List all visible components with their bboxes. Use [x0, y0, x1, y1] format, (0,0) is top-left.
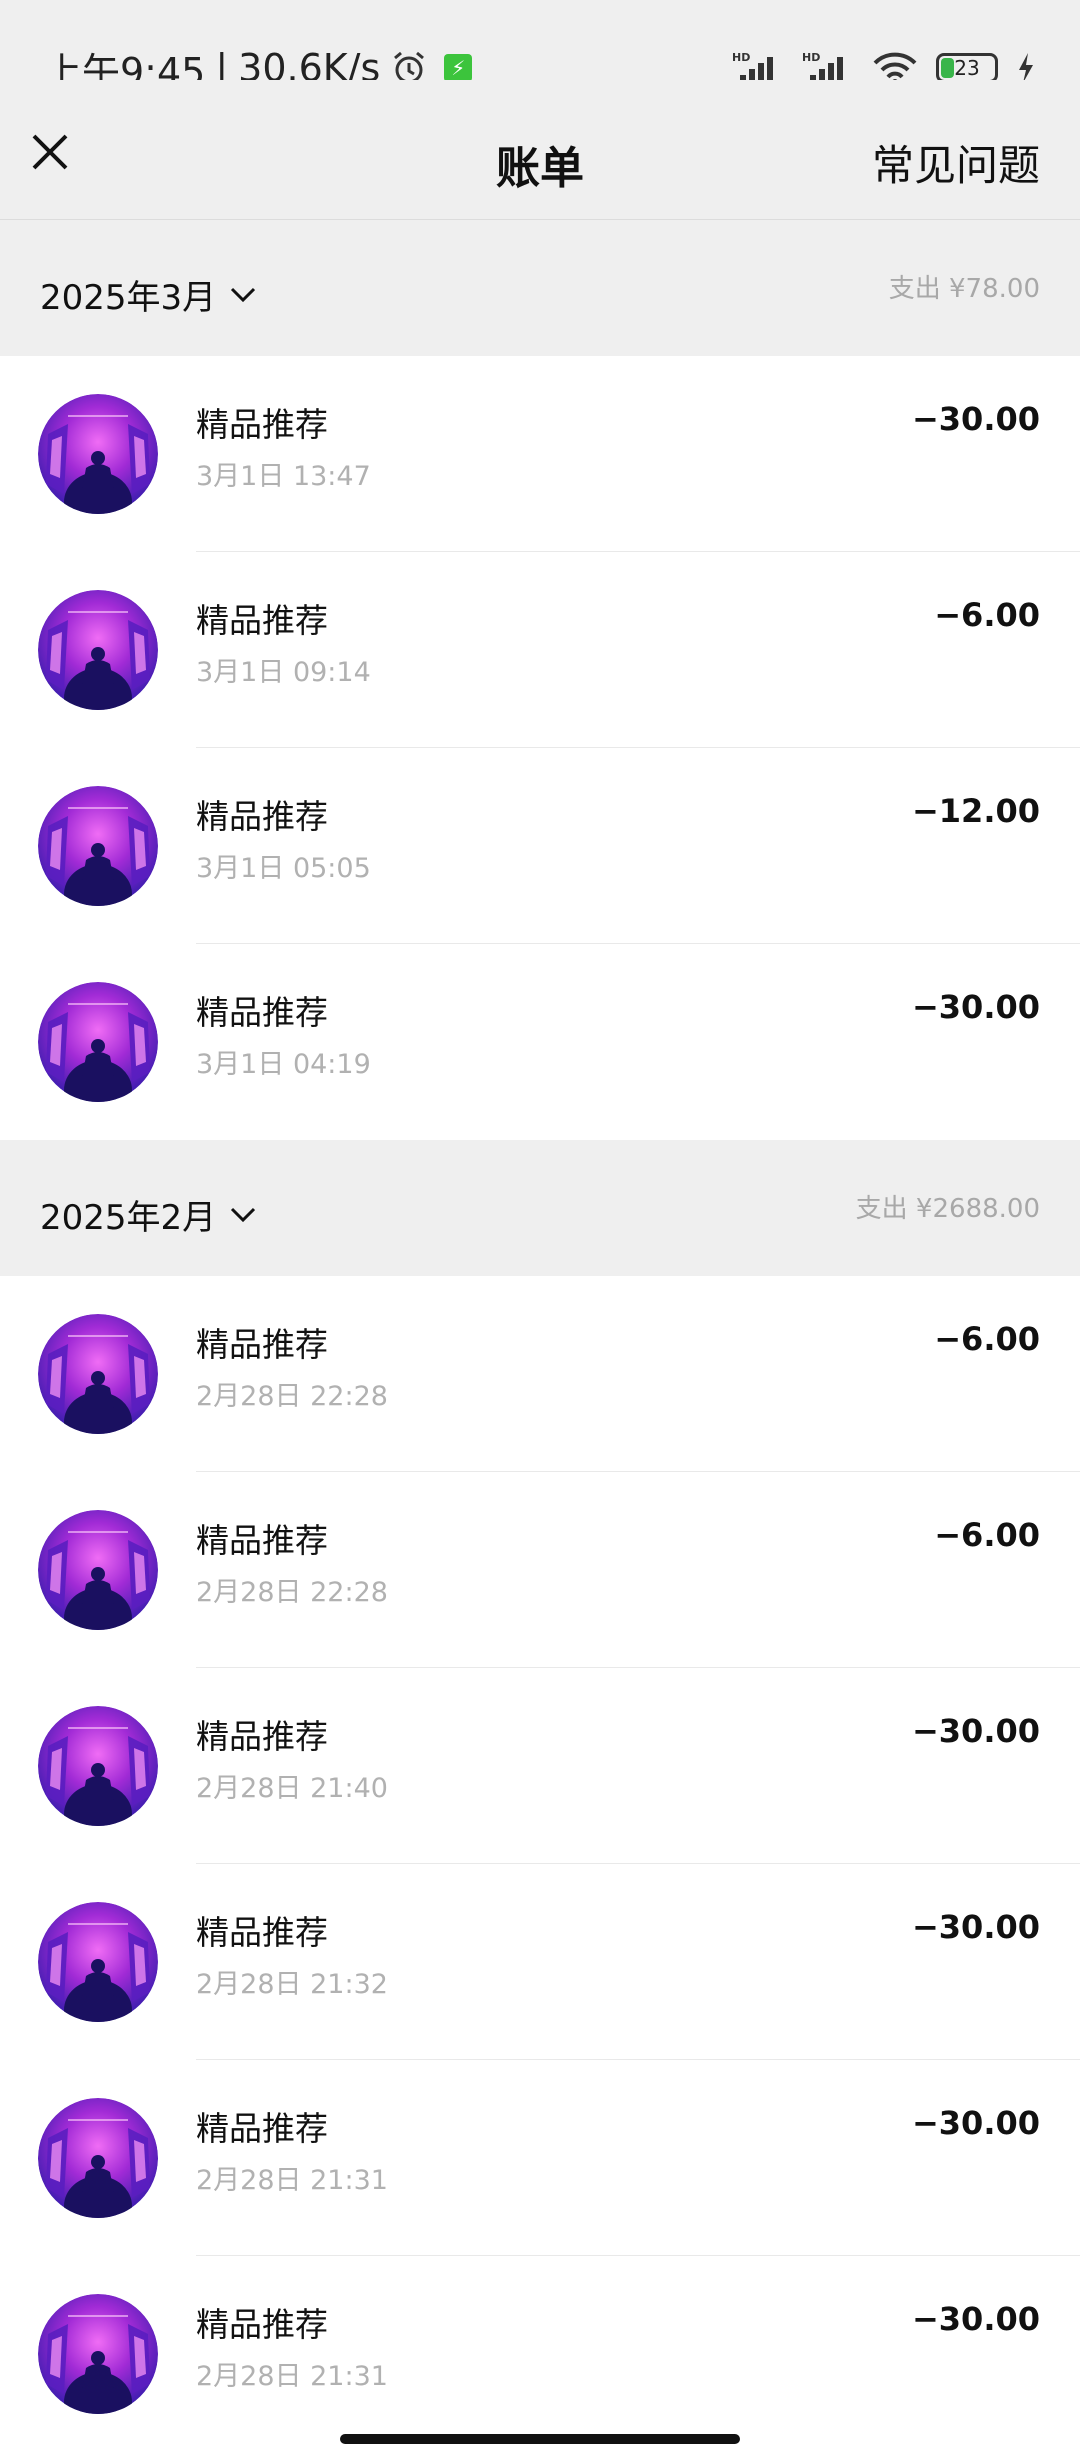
item-title: 精品推荐 [196, 2109, 328, 2148]
item-title: 精品推荐 [196, 1325, 328, 1364]
month-header[interactable]: 2025年2月 支出 ¥2688.00 [0, 1140, 1080, 1276]
item-time: 3月1日 09:14 [196, 657, 371, 688]
avatar [38, 590, 158, 710]
chevron-down-icon [231, 287, 256, 302]
item-amount: −12.00 [911, 792, 1040, 830]
charging-icon: ⚡ [444, 54, 473, 82]
avatar [38, 1314, 158, 1434]
avatar [38, 2294, 158, 2414]
item-amount: −30.00 [911, 400, 1040, 438]
item-time: 2月28日 21:31 [196, 2165, 388, 2196]
month-total: 支出 ¥2688.00 [855, 1194, 1040, 1224]
avatar [38, 786, 158, 906]
list-item[interactable]: 精品推荐 3月1日 13:47 −30.00 [0, 356, 1080, 552]
list-item[interactable]: 精品推荐 2月28日 22:28 −6.00 [0, 1472, 1080, 1668]
item-amount: −6.00 [934, 1320, 1040, 1358]
month-total: 支出 ¥78.00 [888, 274, 1040, 304]
item-title: 精品推荐 [196, 1717, 328, 1756]
item-title: 精品推荐 [196, 601, 328, 640]
app-header: 账单 常见问题 [0, 80, 1080, 220]
item-time: 3月1日 05:05 [196, 853, 371, 884]
item-time: 2月28日 22:28 [196, 1381, 388, 1412]
home-indicator[interactable] [340, 2434, 740, 2444]
item-amount: −30.00 [911, 2300, 1040, 2338]
battery-level: 23 [954, 56, 980, 80]
item-time: 3月1日 04:19 [196, 1049, 371, 1080]
item-title: 精品推荐 [196, 797, 328, 836]
svg-text:HD: HD [732, 51, 750, 64]
avatar [38, 982, 158, 1102]
avatar [38, 2098, 158, 2218]
list-item[interactable]: 精品推荐 3月1日 05:05 −12.00 [0, 748, 1080, 944]
month-label: 2025年3月 [40, 278, 217, 318]
month-selector[interactable]: 2025年2月 [40, 1190, 256, 1239]
faq-link[interactable]: 常见问题 [872, 132, 1040, 193]
item-amount: −6.00 [934, 1516, 1040, 1554]
item-time: 2月28日 21:31 [196, 2361, 388, 2392]
item-amount: −30.00 [911, 1712, 1040, 1750]
list-item[interactable]: 精品推荐 2月28日 22:28 −6.00 [0, 1276, 1080, 1472]
battery-icon: 23 [936, 53, 998, 83]
avatar [38, 394, 158, 514]
month-header[interactable]: 2025年3月 支出 ¥78.00 [0, 220, 1080, 356]
item-title: 精品推荐 [196, 1913, 328, 1952]
item-time: 2月28日 21:32 [196, 1969, 388, 2000]
item-title: 精品推荐 [196, 2305, 328, 2344]
avatar [38, 1902, 158, 2022]
list-item[interactable]: 精品推荐 3月1日 04:19 −30.00 [0, 944, 1080, 1140]
list-item[interactable]: 精品推荐 3月1日 09:14 −6.00 [0, 552, 1080, 748]
avatar [38, 1706, 158, 1826]
avatar [38, 1510, 158, 1630]
item-title: 精品推荐 [196, 405, 328, 444]
item-time: 2月28日 22:28 [196, 1577, 388, 1608]
item-amount: −30.00 [911, 988, 1040, 1026]
chevron-down-icon [231, 1207, 256, 1222]
item-amount: −30.00 [911, 2104, 1040, 2142]
list-item[interactable]: 精品推荐 2月28日 21:31 −30.00 [0, 2256, 1080, 2452]
item-title: 精品推荐 [196, 993, 328, 1032]
list-item[interactable]: 精品推荐 2月28日 21:31 −30.00 [0, 2060, 1080, 2256]
list-item[interactable]: 精品推荐 2月28日 21:40 −30.00 [0, 1668, 1080, 1864]
item-time: 2月28日 21:40 [196, 1773, 388, 1804]
month-label: 2025年2月 [40, 1198, 217, 1238]
item-amount: −6.00 [934, 596, 1040, 634]
item-title: 精品推荐 [196, 1521, 328, 1560]
list-item[interactable]: 精品推荐 2月28日 21:32 −30.00 [0, 1864, 1080, 2060]
item-time: 3月1日 13:47 [196, 461, 371, 492]
month-selector[interactable]: 2025年3月 [40, 270, 256, 319]
svg-text:HD: HD [802, 51, 820, 64]
item-amount: −30.00 [911, 1908, 1040, 1946]
